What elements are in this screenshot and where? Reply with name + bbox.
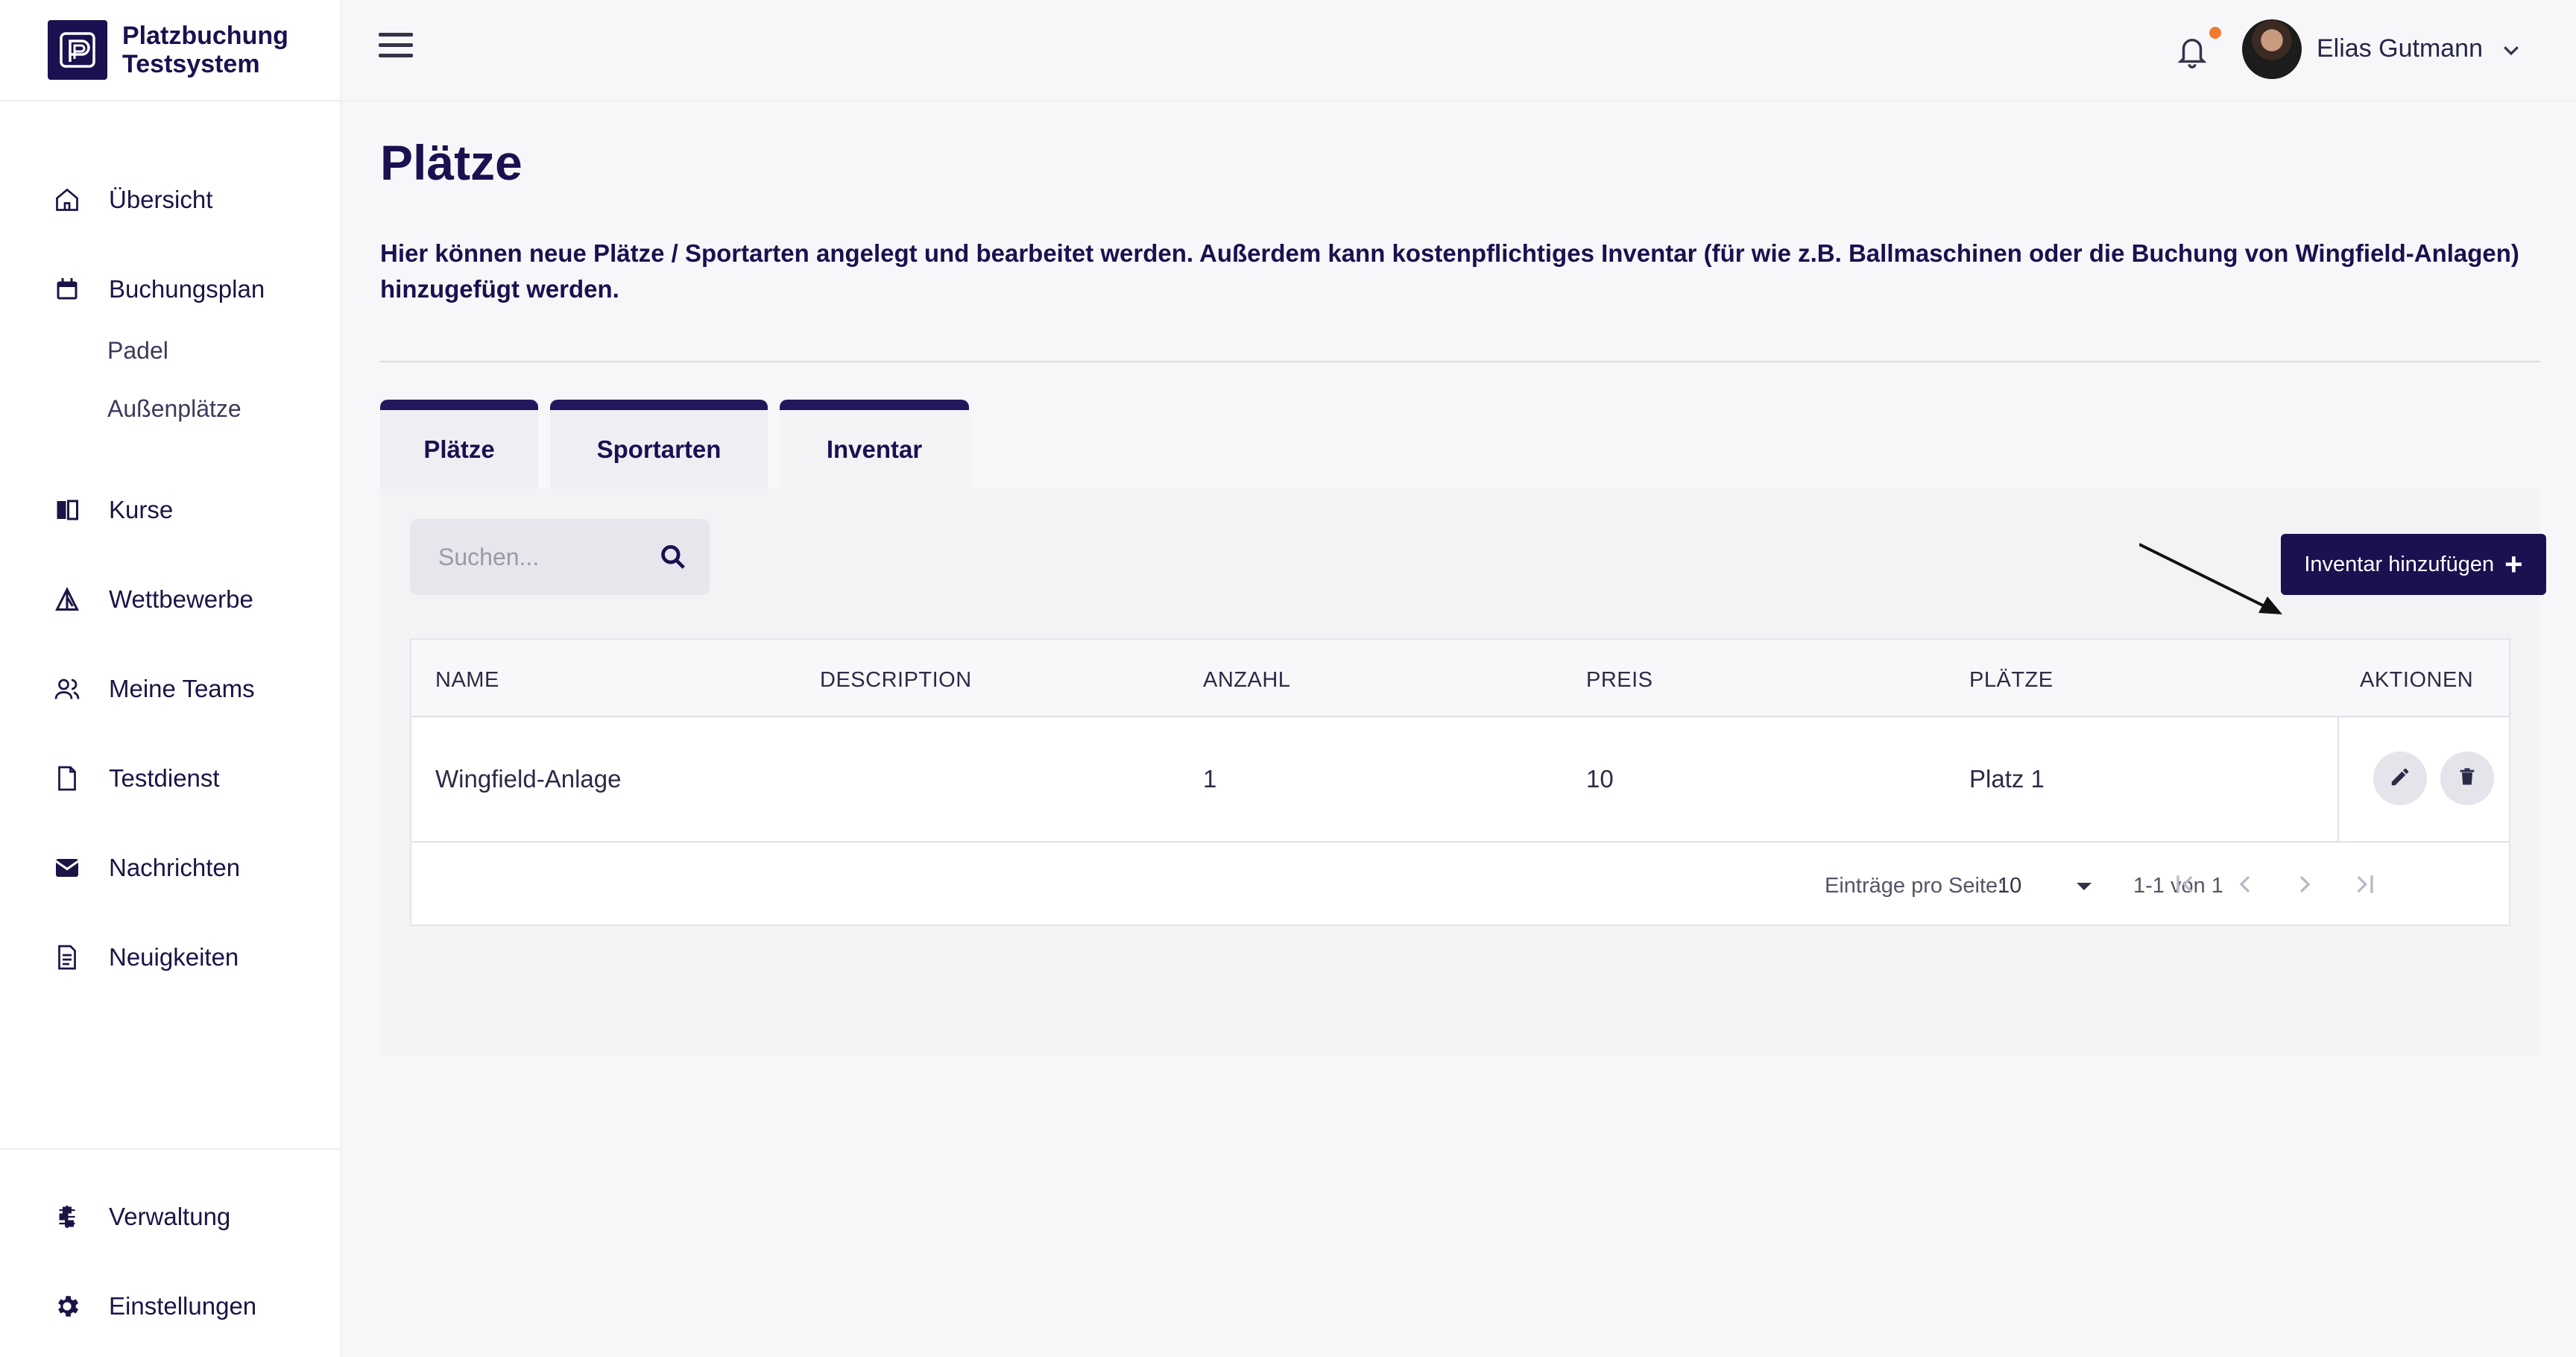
table-row[interactable]: Wingfield-Anlage 1 10 Platz 1	[411, 717, 2509, 843]
sidebar-item-buchungsplan[interactable]: Buchungsplan	[0, 259, 340, 319]
divider	[380, 361, 2540, 362]
users-icon	[52, 674, 82, 704]
column-header-preis[interactable]: PREIS	[1586, 668, 1653, 693]
tab-inventar[interactable]: Inventar	[780, 400, 969, 489]
sidebar-item-label: Nachrichten	[109, 854, 241, 881]
home-icon	[52, 185, 82, 215]
main-content: Plätze Hier können neue Plätze / Sportar…	[341, 101, 2576, 1357]
table-pagination: Einträge pro Seite: 10 1-1 von 1	[411, 844, 2509, 926]
brand-name: Platzbuchung Testsystem	[122, 22, 288, 78]
page-title: Plätze	[380, 135, 523, 190]
sidebar-subitem-padel[interactable]: Padel	[107, 337, 168, 365]
actions-divider	[2337, 717, 2339, 841]
sidebar-item-label: Testdienst	[109, 764, 220, 792]
cell-anzahl: 1	[1203, 765, 1217, 793]
column-header-anzahl[interactable]: ANZAHL	[1203, 668, 1290, 693]
notification-badge	[2209, 27, 2221, 39]
column-header-name[interactable]: NAME	[435, 668, 499, 693]
delete-button[interactable]	[2440, 752, 2494, 805]
gear-icon	[52, 1291, 82, 1321]
brand[interactable]: Platzbuchung Testsystem	[0, 0, 340, 101]
sidebar-item-wettbewerbe[interactable]: Wettbewerbe	[0, 570, 340, 629]
pencil-icon	[2389, 766, 2411, 792]
first-page-icon[interactable]	[2171, 869, 2200, 899]
sidebar-divider	[0, 1148, 340, 1150]
last-page-icon[interactable]	[2349, 869, 2379, 899]
sidebar-item-testdienst[interactable]: Testdienst	[0, 749, 340, 808]
inventar-panel: Inventar hinzufügen + NAME DESCRIPTION A…	[380, 489, 2546, 1056]
cell-preis: 10	[1586, 765, 1614, 793]
calendar-icon	[52, 274, 82, 304]
add-inventory-button[interactable]: Inventar hinzufügen +	[2281, 534, 2546, 595]
menu-toggle-icon[interactable]	[379, 33, 413, 63]
per-page-select[interactable]: 10	[1998, 874, 2021, 898]
sidebar-item-einstellungen[interactable]: Einstellungen	[0, 1276, 340, 1336]
edit-button[interactable]	[2373, 752, 2427, 805]
topbar: Elias Gutmann	[341, 0, 2576, 101]
sidebar-item-verwaltung[interactable]: Verwaltung	[0, 1187, 340, 1247]
chevron-down-icon[interactable]	[2500, 39, 2522, 61]
sidebar-item-label: Verwaltung	[109, 1203, 231, 1230]
sidebar-item-label: Neuigkeiten	[109, 943, 239, 971]
plus-icon: +	[2504, 547, 2523, 582]
sidebar: Platzbuchung Testsystem Übersicht Buchun…	[0, 0, 341, 1357]
sidebar-item-label: Meine Teams	[109, 675, 255, 702]
per-page-label: Einträge pro Seite:	[1825, 874, 2004, 898]
column-header-description[interactable]: DESCRIPTION	[820, 668, 972, 693]
competition-icon	[52, 585, 82, 614]
bell-icon[interactable]	[2175, 33, 2209, 70]
document-icon	[52, 763, 82, 793]
tab-sportarten[interactable]: Sportarten	[550, 400, 768, 489]
avatar[interactable]	[2242, 19, 2302, 79]
table-header: NAME DESCRIPTION ANZAHL PREIS PLÄTZE AKT…	[411, 640, 2509, 717]
annotation-arrow-icon	[2139, 543, 2282, 614]
book-icon	[52, 495, 82, 525]
sidebar-item-label: Buchungsplan	[109, 275, 265, 303]
sidebar-item-neuigkeiten[interactable]: Neuigkeiten	[0, 928, 340, 987]
column-header-aktionen: AKTIONEN	[2360, 668, 2474, 692]
column-header-plaetze[interactable]: PLÄTZE	[1969, 668, 2053, 693]
search-box	[410, 519, 710, 595]
caret-down-icon[interactable]	[2077, 883, 2092, 890]
cell-name: Wingfield-Anlage	[435, 765, 622, 793]
search-input[interactable]	[438, 543, 662, 571]
sidebar-subitem-aussenplaetze[interactable]: Außenplätze	[107, 395, 242, 423]
sliders-icon	[52, 1202, 82, 1232]
mail-icon	[52, 853, 82, 883]
brand-logo-icon	[48, 20, 107, 80]
user-name[interactable]: Elias Gutmann	[2317, 34, 2483, 63]
sidebar-item-nachrichten[interactable]: Nachrichten	[0, 838, 340, 898]
inventory-table: NAME DESCRIPTION ANZAHL PREIS PLÄTZE AKT…	[410, 638, 2510, 926]
next-page-icon[interactable]	[2290, 869, 2320, 899]
search-icon[interactable]	[659, 543, 687, 571]
sidebar-item-kurse[interactable]: Kurse	[0, 480, 340, 540]
tab-plaetze[interactable]: Plätze	[380, 400, 538, 489]
sidebar-item-label: Übersicht	[109, 186, 213, 213]
sidebar-item-meine-teams[interactable]: Meine Teams	[0, 659, 340, 719]
news-icon	[52, 942, 82, 972]
sidebar-item-label: Kurse	[109, 496, 174, 523]
sidebar-item-uebersicht[interactable]: Übersicht	[0, 170, 340, 230]
sidebar-item-label: Wettbewerbe	[109, 585, 253, 613]
page-description: Hier können neue Plätze / Sportarten ang…	[380, 239, 2519, 303]
trash-icon	[2457, 766, 2478, 792]
cell-plaetze: Platz 1	[1969, 765, 2045, 793]
prev-page-icon[interactable]	[2230, 869, 2260, 899]
sidebar-item-label: Einstellungen	[109, 1292, 257, 1320]
